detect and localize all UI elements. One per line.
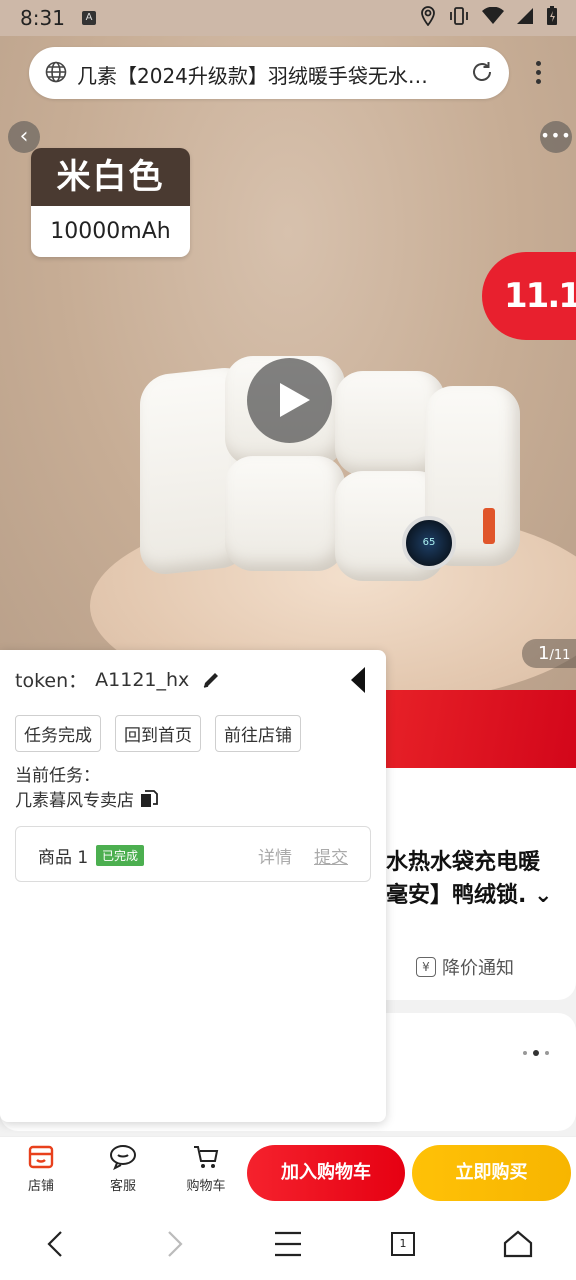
edit-icon[interactable] <box>201 670 221 690</box>
customer-service-button[interactable]: 客服 <box>95 1143 151 1194</box>
go-to-store-button[interactable]: 前往店铺 <box>215 715 301 752</box>
collapse-panel-button[interactable] <box>351 667 365 693</box>
more-horiz-icon: ••• <box>540 126 572 145</box>
cart-button[interactable]: 购物车 <box>178 1143 234 1194</box>
store-icon <box>28 1145 54 1169</box>
play-video-button[interactable] <box>247 358 332 443</box>
nav-home-icon[interactable] <box>500 1228 536 1260</box>
image-total: /11 <box>549 648 571 663</box>
url-bar[interactable]: 几素【2024升级款】羽绒暖手袋无水… <box>29 47 509 99</box>
task-action-buttons: 任务完成 回到首页 前往店铺 <box>15 715 301 752</box>
product-title-line1: 水热水袋充电暖 <box>386 850 541 875</box>
status-badge: 已完成 <box>96 845 145 866</box>
item-detail-link[interactable]: 详情 <box>258 843 292 868</box>
back-home-button[interactable]: 回到首页 <box>115 715 201 752</box>
service-label: 客服 <box>109 1179 136 1194</box>
back-button[interactable]: ‹ <box>8 121 40 153</box>
yen-icon: ¥ <box>416 957 436 977</box>
product-title-line2: 毫安】鸭绒锁. ⌄ <box>386 883 553 908</box>
price-drop-notify-button[interactable]: ¥ 降价通知 <box>416 954 514 980</box>
chevron-left-icon: ‹ <box>19 124 29 149</box>
token-value: A1121_hx <box>95 668 190 691</box>
shop-name: 几素暮风专卖店 <box>15 791 134 811</box>
item-name: 商品 1 <box>38 848 89 868</box>
a-notification-icon: A <box>82 11 96 25</box>
color-variant-badge: 米白色 10000mAh <box>31 148 190 257</box>
task-item: 商品 1 已完成 详情 提交 <box>15 826 371 882</box>
item-submit-link[interactable]: 提交 <box>314 843 348 868</box>
copy-icon[interactable] <box>140 789 158 808</box>
reload-icon[interactable] <box>469 59 495 85</box>
capacity-label: 10000mAh <box>31 206 190 257</box>
store-label: 店铺 <box>27 1179 54 1194</box>
nav-forward-icon[interactable] <box>156 1228 192 1260</box>
signal-icon <box>517 8 533 24</box>
buy-now-button[interactable]: 立即购买 <box>412 1145 571 1201</box>
double-11-badge[interactable]: 11.11 <box>482 252 576 340</box>
product-tag-image <box>483 508 495 544</box>
image-index: 1 <box>538 643 550 664</box>
page-title: 几素【2024升级款】羽绒暖手袋无水… <box>77 64 428 88</box>
cart-label: 购物车 <box>186 1179 226 1194</box>
current-task-label: 当前任务： <box>15 766 100 786</box>
globe-icon <box>45 61 67 83</box>
more-options-button[interactable]: ••• <box>540 121 572 153</box>
browser-nav-bar: 1 <box>0 1208 576 1280</box>
chat-icon <box>110 1145 136 1171</box>
color-name: 米白色 <box>31 148 190 206</box>
tab-count: 1 <box>399 1237 407 1250</box>
browser-menu-button[interactable] <box>526 58 550 88</box>
status-bar: 8:31 A <box>0 0 576 36</box>
battery-charging-icon <box>547 6 557 25</box>
price-drop-notify-label: 降价通知 <box>442 958 514 979</box>
location-icon <box>421 6 435 26</box>
status-time: 8:31 <box>20 6 65 30</box>
image-counter: 1/11 <box>522 639 576 668</box>
store-button[interactable]: 店铺 <box>13 1143 69 1194</box>
status-icons <box>420 6 558 26</box>
token-label: token： <box>15 670 88 692</box>
task-panel: token： A1121_hx 任务完成 回到首页 前往店铺 当前任务： 几素暮… <box>0 650 386 1122</box>
cart-icon <box>194 1146 219 1168</box>
product-image <box>140 331 520 581</box>
task-complete-button[interactable]: 任务完成 <box>15 715 101 752</box>
nav-back-icon[interactable] <box>38 1228 74 1260</box>
vibrate-icon <box>450 7 468 25</box>
nav-menu-icon[interactable] <box>270 1228 306 1260</box>
shop-row: 几素暮风专卖店 <box>15 786 158 811</box>
tabs-button[interactable]: 1 <box>386 1228 422 1260</box>
bottom-action-bar: 店铺 客服 购物车 加入购物车 立即购买 <box>0 1136 576 1209</box>
carousel-dots <box>523 1050 549 1056</box>
temperature-display-image: 65 <box>402 516 456 570</box>
product-title[interactable]: 水热水袋充电暖 毫安】鸭绒锁. ⌄ <box>386 846 576 912</box>
wifi-icon <box>482 7 504 24</box>
chevron-down-icon: ⌄ <box>526 883 553 908</box>
token-row: token： A1121_hx <box>15 666 221 693</box>
add-to-cart-button[interactable]: 加入购物车 <box>247 1145 405 1201</box>
